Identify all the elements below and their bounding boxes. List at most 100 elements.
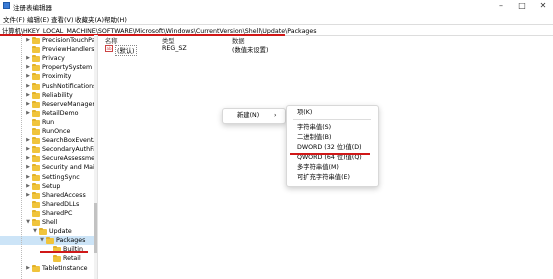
scrollbar-thumb[interactable]: [94, 203, 97, 253]
tree-item[interactable]: ▶ SharedAccess: [0, 191, 94, 200]
string-value-icon: ab: [105, 45, 113, 52]
close-button[interactable]: ✕: [533, 0, 553, 12]
tree-item-label: SecureAssessment: [42, 155, 98, 163]
folder-icon: [32, 200, 40, 208]
folder-icon: [32, 46, 40, 54]
folder-icon: [39, 228, 47, 236]
folder-icon: [46, 237, 54, 245]
submenu-item[interactable]: 项(K): [287, 108, 378, 118]
folder-icon: [32, 182, 40, 190]
tree-item[interactable]: ▼ Update: [0, 227, 94, 236]
chevron-right-icon[interactable]: ▶: [25, 54, 31, 63]
folder-icon: [32, 128, 40, 135]
tree-item-label: Shell: [42, 219, 58, 226]
tree-item[interactable]: ▶ Security and Maint: [0, 163, 97, 172]
tree-item[interactable]: SharedPC: [0, 209, 94, 218]
tree-item[interactable]: Retail: [0, 254, 94, 263]
menu-view[interactable]: 查看(V): [51, 14, 74, 24]
menu-edit[interactable]: 编辑(E): [27, 14, 49, 24]
tree-item[interactable]: ▶ Privacy: [0, 54, 94, 63]
tree-item-label: ReserveManager: [42, 100, 95, 108]
chevron-right-icon[interactable]: ▶: [25, 100, 31, 109]
submenu-item[interactable]: 多字符串值(M): [287, 163, 378, 173]
chevron-right-icon[interactable]: ▶: [25, 163, 31, 172]
chevron-right-icon[interactable]: ▶: [25, 109, 31, 118]
tree-item[interactable]: ▶ RetailDemo: [0, 109, 94, 118]
chevron-right-icon[interactable]: ▶: [25, 264, 31, 273]
tree-item[interactable]: ▼ Packages: [0, 236, 94, 246]
tree-item[interactable]: ▶ Setup: [0, 182, 94, 191]
column-type[interactable]: 类型: [162, 36, 175, 45]
submenu-item[interactable]: DWORD (32 位)值(D): [287, 143, 378, 153]
submenu-item[interactable]: 字符串值(S): [287, 123, 378, 133]
folder-icon: [32, 137, 40, 145]
chevron-right-icon[interactable]: ▶: [25, 154, 31, 163]
tree-item[interactable]: ▼ Shell: [0, 218, 94, 227]
tree-item[interactable]: ▶ SearchBoxEventArgs: [0, 136, 97, 145]
column-data[interactable]: 数据: [232, 36, 245, 45]
submenu-item[interactable]: 可扩充字符串值(E): [287, 173, 378, 183]
tree-item-label: SearchBoxEventArgs: [42, 137, 97, 145]
folder-icon: [32, 109, 40, 117]
chevron-right-icon[interactable]: ▶: [25, 145, 31, 154]
tree-item[interactable]: ▶ Proximity: [0, 72, 94, 81]
maximize-button[interactable]: □: [512, 0, 532, 12]
chevron-down-icon[interactable]: ▼: [32, 227, 38, 236]
menu-new[interactable]: 新建(N) ›: [223, 111, 285, 121]
submenu-item-label: 多字符串值(M): [297, 164, 339, 171]
chevron-down-icon[interactable]: ▼: [39, 236, 45, 245]
submenu-item[interactable]: 二进制值(B): [287, 133, 378, 143]
column-name[interactable]: 名称: [105, 36, 118, 45]
tree-item[interactable]: ▶ TabletInstance: [0, 264, 94, 273]
tree-connector-line: [21, 35, 22, 279]
chevron-right-icon[interactable]: ▶: [25, 173, 31, 182]
chevron-right-icon[interactable]: ▶: [25, 136, 31, 145]
menu-favorites[interactable]: 收藏夹(A): [75, 14, 104, 24]
value-type: REG_SZ: [162, 45, 187, 52]
minimize-button[interactable]: –: [491, 0, 511, 12]
window-title: 注册表编辑器: [13, 4, 52, 12]
tree-item-label: SharedDLLs: [42, 200, 80, 208]
tree-scrollbar[interactable]: [94, 35, 97, 279]
value-name[interactable]: (默认): [115, 45, 137, 56]
tree-item[interactable]: ▶ SettingSync: [0, 173, 94, 182]
folder-icon: [32, 73, 40, 81]
menu-help[interactable]: 帮助(H): [104, 14, 127, 24]
chevron-right-icon[interactable]: ▶: [25, 63, 31, 72]
chevron-down-icon[interactable]: ▼: [25, 218, 31, 227]
chevron-right-icon[interactable]: ▶: [25, 36, 31, 45]
menu-file[interactable]: 文件(F): [3, 14, 25, 24]
tree-pane: ▶ PrecisionTouchPad PreviewHandlers ▶ Privac…: [0, 35, 98, 279]
tree-item-label: Packages: [56, 237, 86, 245]
tree-item[interactable]: RunOnce: [0, 127, 94, 136]
tree-item-label: Reliability: [42, 91, 73, 99]
tree-item-label: Proximity: [42, 73, 72, 81]
tree-item[interactable]: ▶ PropertySystem: [0, 63, 94, 72]
chevron-right-icon[interactable]: ▶: [25, 72, 31, 81]
tree-item-label: Retail: [63, 255, 81, 263]
folder-icon: [32, 191, 40, 199]
tree-item-label: Security and Maint: [42, 164, 98, 172]
chevron-right-icon[interactable]: ▶: [25, 191, 31, 200]
menu-new-label: 新建(N): [237, 112, 260, 119]
tree-item[interactable]: ▶ SecureAssessment: [0, 154, 97, 163]
tree-item[interactable]: PreviewHandlers: [0, 45, 95, 54]
folder-icon: [32, 164, 40, 172]
chevron-right-icon[interactable]: ▶: [25, 82, 31, 91]
tree-item[interactable]: ▶ PrecisionTouchPad: [0, 36, 97, 45]
tree-item[interactable]: Run: [0, 118, 94, 127]
chevron-right-icon[interactable]: ▶: [25, 182, 31, 191]
tree-item[interactable]: ▶ PushNotifications: [0, 82, 97, 91]
folder-icon: [32, 146, 40, 154]
folder-icon: [32, 264, 40, 272]
tree-item-label: SecondaryAuthFactor: [42, 146, 97, 154]
tree-item[interactable]: ▶ SecondaryAuthFactor: [0, 145, 97, 154]
chevron-right-icon[interactable]: ▶: [25, 91, 31, 100]
tree-item-label: Run: [42, 118, 55, 126]
tree-item-label: PushNotifications: [42, 82, 97, 90]
submenu-item-label: 字符串值(S): [297, 124, 332, 131]
tree-item[interactable]: SharedDLLs: [0, 200, 94, 209]
folder-icon: [32, 82, 40, 90]
tree-item[interactable]: ▶ ReserveManager: [0, 100, 95, 109]
tree-item[interactable]: ▶ Reliability: [0, 91, 94, 100]
